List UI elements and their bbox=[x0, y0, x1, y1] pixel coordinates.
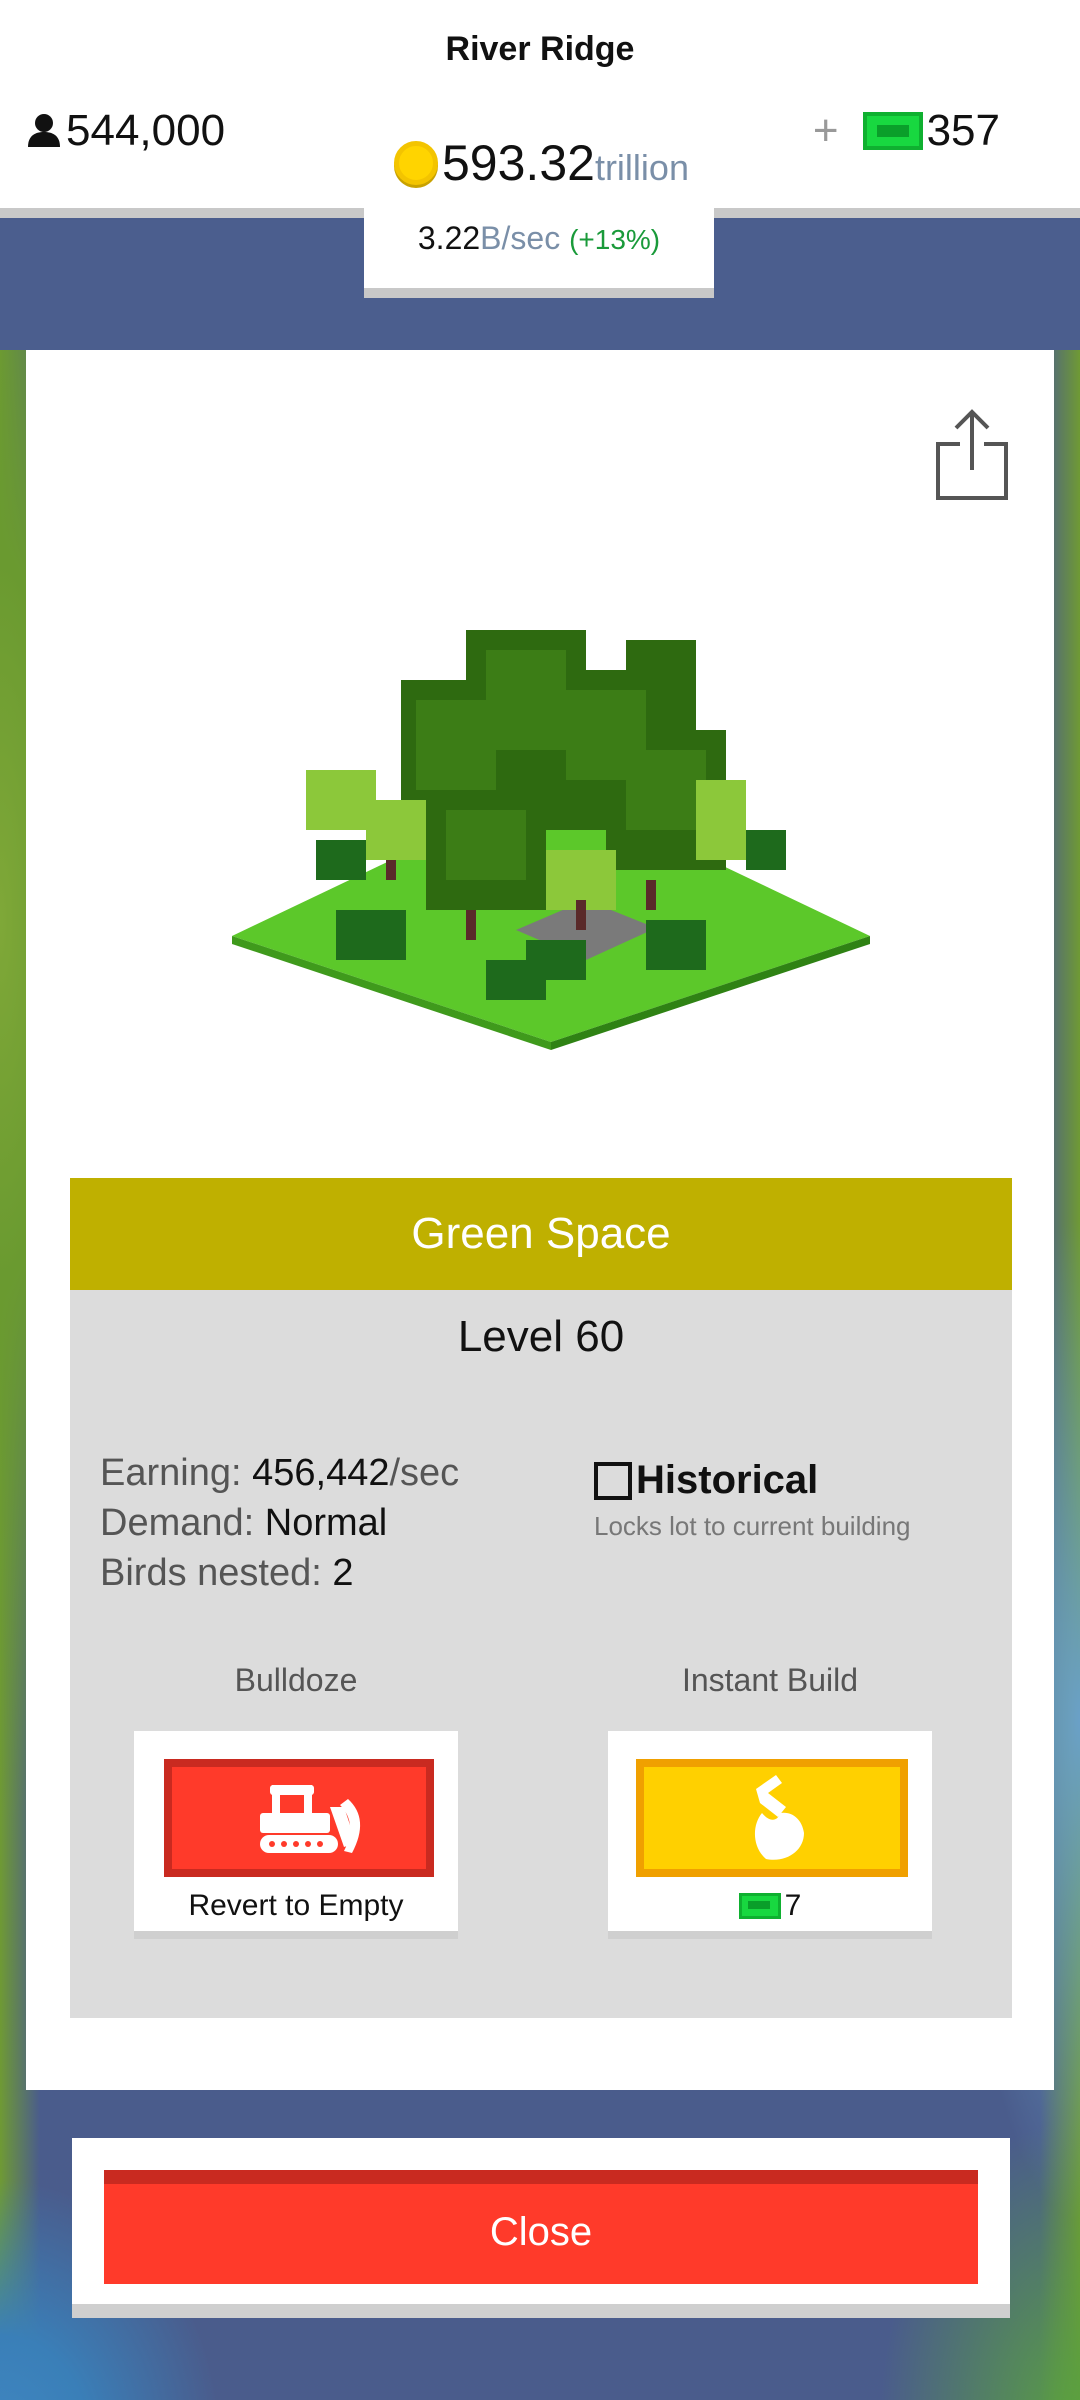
instant-build-card[interactable]: 7 bbox=[608, 1731, 932, 1939]
earning-label: Earning: bbox=[100, 1452, 242, 1494]
historical-toggle[interactable]: Historical Locks lot to current building bbox=[594, 1458, 954, 1542]
instant-build-button[interactable] bbox=[636, 1759, 908, 1877]
bulldoze-section: Bulldoze Revert to Empty bbox=[134, 1662, 458, 1939]
coin-icon bbox=[394, 141, 438, 185]
revert-to-empty-caption: Revert to Empty bbox=[188, 1889, 404, 1922]
rate-percent: (+13%) bbox=[569, 224, 661, 255]
population-display: 544,000 bbox=[26, 106, 225, 156]
bux-value: 357 bbox=[926, 106, 1000, 155]
demand-label: Demand: bbox=[100, 1502, 255, 1544]
close-button[interactable]: Close bbox=[104, 2170, 978, 2284]
bux-icon bbox=[862, 112, 923, 150]
earning-row: Earning: 456,442/sec bbox=[100, 1448, 459, 1498]
cash-unit: trillion bbox=[594, 147, 689, 188]
building-level: Level 60 bbox=[457, 1312, 625, 1361]
city-name: River Ridge bbox=[445, 30, 635, 68]
bux-icon bbox=[738, 1893, 781, 1919]
demand-row: Demand: Normal bbox=[100, 1498, 459, 1548]
building-info-card: Green Space Level 60 Earning: 456,442/se… bbox=[70, 1178, 1012, 2018]
historical-description: Locks lot to current building bbox=[594, 1511, 911, 1541]
instant-build-section: Instant Build 7 bbox=[608, 1662, 932, 1939]
population-value: 544,000 bbox=[66, 106, 226, 155]
income-rate: 3.22B/sec (+13%) bbox=[364, 200, 714, 257]
bulldoze-card[interactable]: Revert to Empty bbox=[134, 1731, 458, 1939]
building-panel: Green Space Level 60 Earning: 456,442/se… bbox=[26, 350, 1054, 2090]
birds-label: Birds nested: bbox=[100, 1552, 322, 1594]
instant-build-label: Instant Build bbox=[681, 1662, 859, 1698]
top-bar: River Ridge 544,000 593.32 trillion + 35… bbox=[0, 0, 1080, 218]
add-bux-button[interactable]: + bbox=[813, 106, 839, 156]
close-card: Close bbox=[72, 2138, 1010, 2318]
historical-row[interactable]: Historical bbox=[594, 1458, 954, 1503]
birds-row: Birds nested: 2 bbox=[100, 1548, 459, 1598]
building-category: Green Space bbox=[70, 1178, 1012, 1290]
earning-value: 456,442 bbox=[252, 1452, 390, 1494]
green-space-illustration bbox=[232, 630, 870, 1050]
hammer-icon bbox=[754, 1775, 804, 1860]
rate-value: 3.22 bbox=[417, 220, 481, 256]
building-stats: Earning: 456,442/sec Demand: Normal Bird… bbox=[100, 1448, 459, 1598]
bulldoze-button[interactable] bbox=[164, 1759, 434, 1877]
instant-build-cost-value: 7 bbox=[784, 1889, 802, 1922]
bulldozer-icon bbox=[260, 1785, 361, 1853]
bulldoze-label: Bulldoze bbox=[234, 1662, 358, 1698]
share-icon[interactable] bbox=[934, 408, 1010, 502]
bux-display[interactable]: + 357 bbox=[813, 106, 1000, 156]
person-icon bbox=[28, 114, 60, 147]
cash-display: 593.32 trillion bbox=[394, 134, 689, 192]
historical-checkbox[interactable] bbox=[594, 1461, 632, 1500]
income-rate-box: 3.22B/sec (+13%) bbox=[364, 200, 714, 298]
rate-unit: B/sec bbox=[480, 220, 561, 256]
cash-value: 593.32 bbox=[442, 135, 595, 191]
demand-value: Normal bbox=[264, 1502, 388, 1544]
birds-value: 2 bbox=[332, 1552, 354, 1594]
instant-build-cost: 7 bbox=[608, 1889, 932, 1923]
historical-title: Historical bbox=[636, 1458, 819, 1502]
earning-unit: /sec bbox=[389, 1452, 460, 1494]
